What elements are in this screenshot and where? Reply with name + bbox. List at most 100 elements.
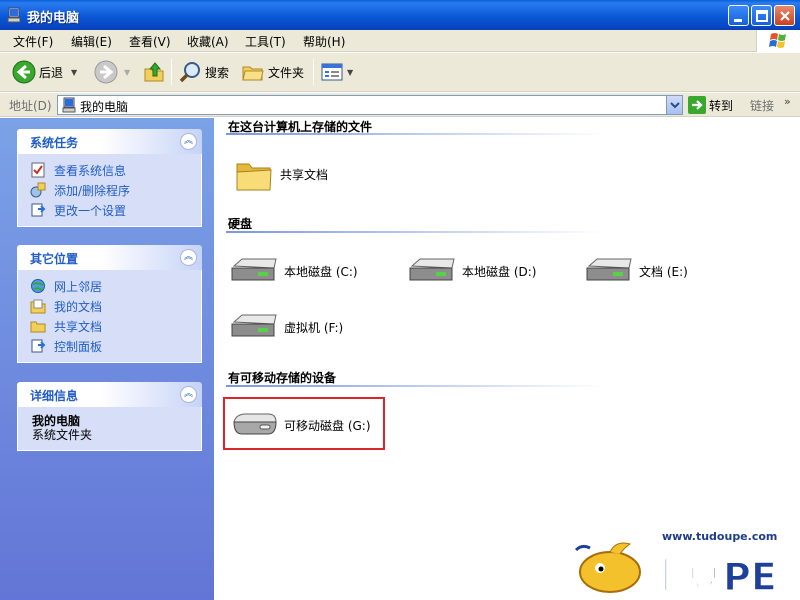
watermark-brand: 土豆PE (647, 555, 777, 598)
minimize-button[interactable] (728, 5, 749, 26)
windows-logo (756, 30, 800, 52)
back-label: 后退 (39, 65, 64, 80)
forward-dropdown-arrow-icon[interactable]: ▼ (124, 68, 130, 77)
control-panel-icon (31, 339, 46, 353)
up-folder-icon (144, 62, 164, 82)
content-area: 在这台计算机上存储的文件 共享文档 硬盘 本地磁盘 (C:) 本地磁盘 (D:) (214, 118, 800, 600)
potato-logo-icon: 土豆PE (574, 542, 778, 598)
system-tasks-header[interactable]: 系统任务 ︽ (17, 129, 202, 154)
links-label[interactable]: 链接 (750, 97, 774, 114)
collapse-icon[interactable]: ︽ (180, 386, 197, 403)
section-drives-title: 硬盘 (228, 217, 253, 231)
up-folder-button[interactable] (142, 58, 166, 86)
change-setting-link[interactable]: 更改一个设置 (30, 200, 201, 220)
close-icon (780, 11, 790, 21)
drive-e-item[interactable]: 文档 (E:) (585, 256, 688, 286)
other-places-title: 其它位置 (30, 252, 79, 266)
toolbar-separator (171, 59, 172, 85)
title-bar[interactable]: 我的电脑 (0, 0, 800, 30)
folder-icon (236, 163, 272, 191)
drive-f-item[interactable]: 虚拟机 (F:) (230, 312, 343, 342)
details-group: 详细信息 ︽ 我的电脑 系统文件夹 (17, 382, 202, 451)
hard-drive-icon (231, 314, 277, 337)
my-computer-icon (7, 7, 21, 23)
folders-label: 文件夹 (268, 65, 305, 80)
hard-drive-icon (586, 258, 632, 281)
back-dropdown-arrow-icon[interactable]: ▼ (71, 68, 77, 77)
drive-d-item[interactable]: 本地磁盘 (D:) (408, 256, 536, 286)
chevron-down-icon (670, 102, 680, 109)
highlight-frame (223, 397, 385, 450)
maximize-button[interactable] (751, 5, 772, 26)
folders-icon (242, 66, 264, 81)
view-system-info-link[interactable]: 查看系统信息 (30, 160, 201, 180)
forward-button[interactable]: ▼ (94, 58, 130, 86)
address-value: 我的电脑 (80, 100, 129, 114)
back-button[interactable]: 后退 ▼ (12, 58, 77, 86)
address-label: 地址(D) (9, 99, 52, 113)
views-button[interactable]: ▼ (320, 58, 353, 86)
toolbar: 后退 ▼ ▼ 搜索 文件夹 ▼ (0, 53, 800, 92)
shared-documents-link[interactable]: 共享文档 (30, 316, 201, 336)
system-info-icon (31, 162, 45, 178)
toolbar-separator (313, 59, 314, 85)
system-tasks-title: 系统任务 (30, 136, 79, 150)
menu-help[interactable]: 帮助(H) (303, 33, 345, 50)
other-places-header[interactable]: 其它位置 ︽ (17, 245, 202, 270)
my-documents-link[interactable]: 我的文档 (30, 296, 201, 316)
views-icon (321, 63, 343, 81)
details-name: 我的电脑 (32, 414, 81, 428)
address-bar: 地址(D) 我的电脑 转到 链接 » (0, 93, 800, 117)
menu-bar: 文件(F) 编辑(E) 查看(V) 收藏(A) 工具(T) 帮助(H) (0, 30, 800, 52)
menu-favorites[interactable]: 收藏(A) (187, 33, 229, 50)
details-title: 详细信息 (30, 389, 79, 403)
menu-file[interactable]: 文件(F) (13, 33, 53, 50)
search-label: 搜索 (205, 65, 230, 80)
close-button[interactable] (774, 5, 795, 26)
control-panel-icon (31, 203, 46, 217)
menu-view[interactable]: 查看(V) (129, 33, 171, 50)
section-removable-title: 有可移动存储的设备 (228, 371, 337, 385)
shared-documents-item[interactable]: 共享文档 (234, 154, 328, 194)
views-dropdown-arrow-icon: ▼ (347, 67, 354, 77)
menu-edit[interactable]: 编辑(E) (71, 33, 112, 50)
details-type: 系统文件夹 (32, 428, 93, 442)
forward-arrow-icon (94, 60, 118, 84)
task-pane: 系统任务 ︽ 查看系统信息 添加/删除程序 更改一个设置 其它位置 ︽ 网上邻居… (0, 118, 214, 600)
network-places-link[interactable]: 网上邻居 (30, 276, 201, 296)
collapse-icon[interactable]: ︽ (180, 249, 197, 266)
section-divider (226, 133, 606, 135)
hard-drive-icon (231, 258, 277, 281)
add-remove-programs-link[interactable]: 添加/删除程序 (30, 180, 201, 200)
add-remove-programs-icon (30, 182, 46, 198)
system-tasks-group: 系统任务 ︽ 查看系统信息 添加/删除程序 更改一个设置 (17, 129, 202, 227)
tudoupe-watermark: www.tudoupe.com 土豆PE (572, 530, 797, 598)
address-input[interactable]: 我的电脑 (57, 95, 683, 115)
minimize-icon (734, 19, 742, 22)
go-label: 转到 (709, 98, 734, 113)
back-arrow-icon (12, 60, 36, 84)
hard-drive-icon (409, 258, 455, 281)
windows-flag-icon (769, 33, 786, 48)
my-documents-icon (30, 299, 46, 314)
section-divider (226, 231, 606, 233)
details-header[interactable]: 详细信息 ︽ (17, 382, 202, 407)
folder-icon (30, 321, 46, 333)
section-divider (226, 385, 606, 387)
network-globe-icon (31, 279, 45, 293)
address-dropdown-button[interactable] (666, 96, 682, 114)
maximize-icon (756, 10, 768, 22)
links-chevron-icon[interactable]: » (784, 95, 791, 108)
drive-c-item[interactable]: 本地磁盘 (C:) (230, 256, 358, 286)
search-button[interactable]: 搜索 (178, 58, 229, 86)
window-title: 我的电脑 (27, 11, 80, 26)
go-arrow-icon (688, 96, 706, 114)
control-panel-link[interactable]: 控制面板 (30, 336, 201, 356)
my-computer-icon (62, 97, 76, 113)
folders-button[interactable]: 文件夹 (241, 58, 304, 86)
other-places-group: 其它位置 ︽ 网上邻居 我的文档 共享文档 控制面板 (17, 245, 202, 363)
search-icon (179, 62, 200, 83)
menu-tools[interactable]: 工具(T) (245, 33, 286, 50)
collapse-icon[interactable]: ︽ (180, 133, 197, 150)
go-button[interactable]: 转到 (688, 96, 733, 114)
